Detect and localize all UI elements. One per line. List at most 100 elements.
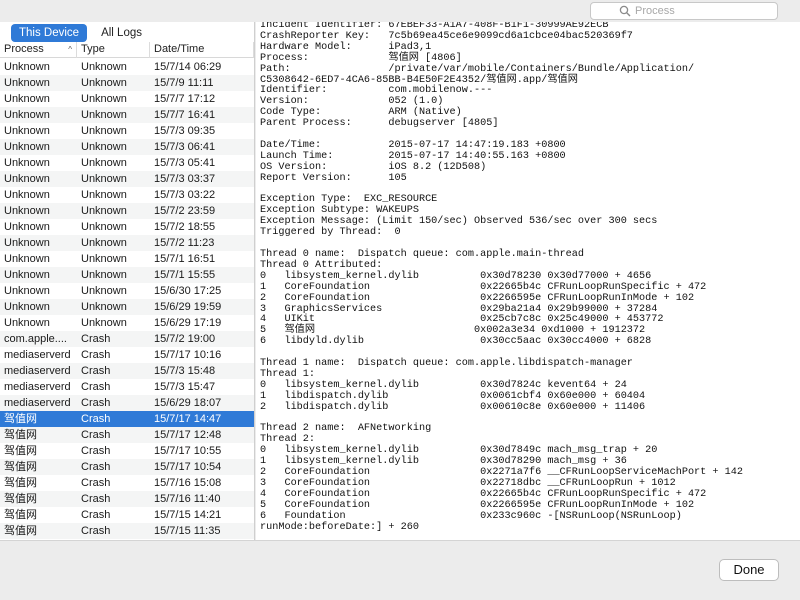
table-header: Process ^ Type Date/Time <box>0 42 254 58</box>
cell-type: Crash <box>81 525 111 537</box>
column-header-type[interactable]: Type <box>77 42 150 58</box>
cell-type: Unknown <box>81 237 127 249</box>
cell-type: Unknown <box>81 141 127 153</box>
cell-datetime: 15/7/3 03:22 <box>154 189 216 201</box>
tab-this-device[interactable]: This Device <box>11 24 88 42</box>
table-row[interactable]: Unknown Unknown 15/7/14 06:29 <box>0 59 254 75</box>
cell-datetime: 15/7/3 05:41 <box>154 157 216 169</box>
table-row[interactable]: Unknown Unknown 15/7/3 03:37 <box>0 171 254 187</box>
cell-type: Unknown <box>81 93 127 105</box>
cell-type: Crash <box>81 413 111 425</box>
cell-datetime: 15/7/15 11:35 <box>154 525 221 537</box>
cell-datetime: 15/7/17 12:48 <box>154 429 222 441</box>
table-row[interactable]: Unknown Unknown 15/7/7 16:41 <box>0 107 254 123</box>
table-row[interactable]: Unknown Unknown 15/7/2 11:23 <box>0 235 254 251</box>
cell-process: 驾值网 <box>4 509 37 521</box>
cell-process: Unknown <box>4 285 50 297</box>
table-row[interactable]: mediaserverd Crash 15/7/3 15:47 <box>0 379 254 395</box>
table-row[interactable]: Unknown Unknown 15/7/1 15:55 <box>0 267 254 283</box>
table-row[interactable]: 驾值网 Crash 15/7/17 12:48 <box>0 427 254 443</box>
table-row[interactable]: Unknown Unknown 15/7/1 16:51 <box>0 251 254 267</box>
cell-datetime: 15/7/9 11:11 <box>154 77 214 89</box>
table-row[interactable]: com.apple.... Crash 15/7/2 19:00 <box>0 331 254 347</box>
table-row[interactable]: 驾值网 Crash 15/7/17 10:54 <box>0 459 254 475</box>
cell-type: Crash <box>81 493 111 505</box>
source-segmented-control: This Device All Logs <box>11 24 150 42</box>
cell-type: Crash <box>81 333 111 345</box>
cell-process: Unknown <box>4 237 50 249</box>
done-button[interactable]: Done <box>719 559 779 581</box>
search-field[interactable] <box>590 2 778 20</box>
cell-process: mediaserverd <box>4 365 71 377</box>
table-row[interactable]: 驾值网 Crash 15/7/15 14:21 <box>0 507 254 523</box>
table-row[interactable]: Unknown Unknown 15/6/29 19:59 <box>0 299 254 315</box>
table-row[interactable]: Unknown Unknown 15/7/7 17:12 <box>0 91 254 107</box>
tab-all-logs[interactable]: All Logs <box>93 24 150 42</box>
cell-type: Crash <box>81 365 111 377</box>
column-header-process-label: Process <box>4 43 44 55</box>
table-row[interactable]: 驾值网 Crash 15/7/16 15:08 <box>0 475 254 491</box>
search-input[interactable] <box>635 4 755 18</box>
cell-process: Unknown <box>4 157 50 169</box>
column-header-datetime[interactable]: Date/Time <box>150 42 254 58</box>
bottom-bar: Done <box>0 540 800 600</box>
cell-process: 驾值网 <box>4 461 37 473</box>
table-row[interactable]: 驾值网 Crash 15/7/15 11:35 <box>0 523 254 539</box>
cell-process: Unknown <box>4 253 50 265</box>
table-row[interactable]: Unknown Unknown 15/7/2 23:59 <box>0 203 254 219</box>
sort-ascending-icon: ^ <box>68 45 72 54</box>
table-row[interactable]: Unknown Unknown 15/7/9 11:11 <box>0 75 254 91</box>
cell-datetime: 15/7/16 11:40 <box>154 493 221 505</box>
cell-type: Unknown <box>81 77 127 89</box>
cell-datetime: 15/6/29 18:07 <box>154 397 222 409</box>
log-line: Process: 驾值网 [4806] <box>260 52 462 64</box>
cell-type: Unknown <box>81 189 127 201</box>
table-row[interactable]: 驾值网 Crash 15/7/17 10:55 <box>0 443 254 459</box>
cell-process: Unknown <box>4 141 50 153</box>
log-line: Triggered by Thread: 0 <box>260 227 401 239</box>
cell-type: Crash <box>81 445 111 457</box>
cell-type: Crash <box>81 461 111 473</box>
log-line: Report Version: 105 <box>260 172 407 184</box>
cell-type: Unknown <box>81 301 127 313</box>
cell-datetime: 15/7/1 15:55 <box>154 269 216 281</box>
table-row[interactable]: 驾值网 Crash 15/7/17 14:47 <box>0 411 254 427</box>
log-line: 6 Foundation 0x233c960c -[NSRunLoop(NSRu… <box>260 510 682 522</box>
cell-datetime: 15/7/17 10:16 <box>154 349 222 361</box>
toolbar <box>0 0 800 22</box>
table-row[interactable]: 驾值网 Crash 15/7/16 11:40 <box>0 491 254 507</box>
cell-type: Unknown <box>81 109 127 121</box>
table-row[interactable]: Unknown Unknown 15/7/3 03:22 <box>0 187 254 203</box>
table-row[interactable]: Unknown Unknown 15/6/30 17:25 <box>0 283 254 299</box>
table-row[interactable]: mediaserverd Crash 15/7/17 10:16 <box>0 347 254 363</box>
cell-process: Unknown <box>4 61 50 73</box>
table-row[interactable]: mediaserverd Crash 15/7/3 15:48 <box>0 363 254 379</box>
table-row[interactable]: Unknown Unknown 15/7/2 18:55 <box>0 219 254 235</box>
log-line: 2 CoreFoundation 0x2266595e CFRunLoopRun… <box>260 292 695 304</box>
cell-datetime: 15/7/3 09:35 <box>154 125 216 137</box>
cell-datetime: 15/7/2 19:00 <box>154 333 216 345</box>
log-line: 1 CoreFoundation 0x22665b4c CFRunLoopRun… <box>260 281 707 293</box>
cell-process: 驾值网 <box>4 413 37 425</box>
cell-process: mediaserverd <box>4 381 71 393</box>
log-line: Thread 2 name: AFNetworking <box>260 423 432 435</box>
crash-log-text: Incident Identifier: 67EBEF33-A1A7-408F-… <box>260 22 743 534</box>
cell-type: Unknown <box>81 269 127 281</box>
log-table: Unknown Unknown 15/7/14 06:29 Unknown Unknow… <box>0 59 254 539</box>
cell-process: 驾值网 <box>4 445 37 457</box>
log-line: Parent Process: debugserver [4805] <box>260 118 499 130</box>
table-row[interactable]: mediaserverd Crash 15/6/29 18:07 <box>0 395 254 411</box>
cell-process: 驾值网 <box>4 525 37 537</box>
table-row[interactable]: Unknown Unknown 15/7/3 05:41 <box>0 155 254 171</box>
cell-datetime: 15/7/14 06:29 <box>154 61 222 73</box>
cell-process: Unknown <box>4 173 50 185</box>
log-line: 2 libdispatch.dylib 0x00610c8e 0x60e000 … <box>260 401 646 413</box>
log-list-panel: This Device All Logs Process ^ Type Date/… <box>0 22 255 540</box>
table-row[interactable]: Unknown Unknown 15/6/29 17:19 <box>0 315 254 331</box>
table-row[interactable]: Unknown Unknown 15/7/3 06:41 <box>0 139 254 155</box>
cell-type: Unknown <box>81 173 127 185</box>
table-row[interactable]: Unknown Unknown 15/7/3 09:35 <box>0 123 254 139</box>
column-header-process[interactable]: Process ^ <box>0 42 77 58</box>
cell-datetime: 15/7/17 14:47 <box>154 413 222 425</box>
cell-process: com.apple.... <box>4 333 67 345</box>
